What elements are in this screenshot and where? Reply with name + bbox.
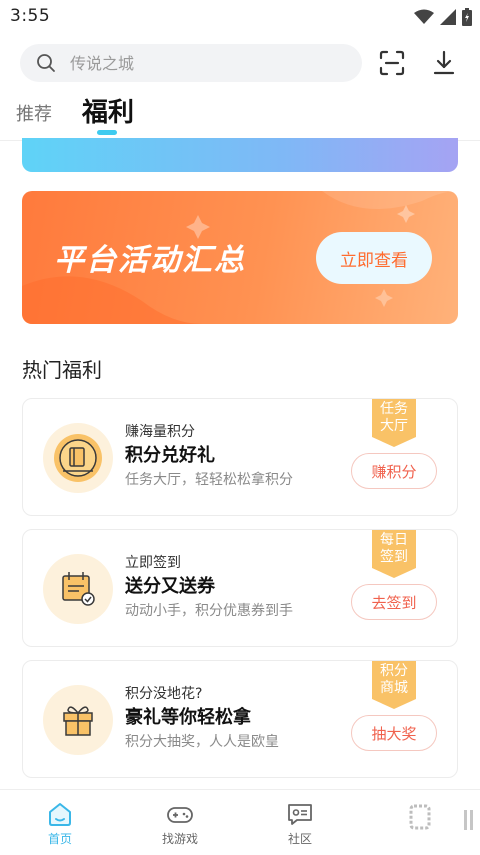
nav-community[interactable]: 社区	[260, 790, 340, 855]
earn-points-button[interactable]: 赚积分	[351, 453, 437, 489]
nav-partial-icon	[408, 802, 432, 834]
search-box[interactable]	[20, 44, 362, 82]
tab-bar: 推荐 福利	[0, 92, 480, 136]
nav-home[interactable]: 首页	[20, 790, 100, 855]
tab-indicator	[97, 130, 117, 135]
nav-community-label: 社区	[287, 832, 312, 846]
search-input[interactable]	[70, 44, 350, 82]
card-tag-line: 每日	[380, 532, 408, 548]
battery-icon	[462, 8, 472, 30]
card-tag-line: 大厅	[380, 418, 408, 434]
calendar-check-icon	[43, 554, 113, 624]
welfare-card-lottery[interactable]: 积分没地花? 豪礼等你轻松拿 积分大抽奖，人人是欧皇 积分 商城 抽大奖	[22, 660, 458, 778]
signal-icon	[440, 9, 456, 29]
promo-title: 平台活动汇总	[54, 243, 246, 278]
section-title: 热门福利	[22, 358, 102, 382]
promo-banner[interactable]: 平台活动汇总 立即查看	[22, 191, 458, 324]
nav-partial-icon	[462, 808, 478, 836]
card-description: 任务大厅，轻轻松松拿积分	[125, 472, 293, 488]
check-in-button[interactable]: 去签到	[351, 584, 437, 620]
card-title: 送分又送券	[125, 576, 215, 597]
top-banner[interactable]	[22, 138, 458, 172]
welfare-card-points[interactable]: 赚海量积分 积分兑好礼 任务大厅，轻轻松松拿积分 任务 大厅 赚积分	[22, 398, 458, 516]
download-icon[interactable]	[430, 49, 458, 77]
tab-recommend[interactable]: 推荐	[16, 100, 52, 126]
card-tag: 任务 大厅	[372, 399, 416, 447]
lottery-button[interactable]: 抽大奖	[351, 715, 437, 751]
card-subtitle: 积分没地花?	[125, 686, 203, 702]
card-subtitle: 立即签到	[125, 555, 181, 571]
card-subtitle: 赚海量积分	[125, 424, 195, 440]
bottom-nav: 首页 找游戏 社区	[0, 789, 480, 855]
nav-games-label: 找游戏	[161, 832, 198, 846]
nav-games[interactable]: 找游戏	[140, 790, 220, 855]
card-tag-line: 积分	[380, 663, 408, 679]
card-description: 动动小手，积分优惠券到手	[125, 603, 293, 619]
card-title: 积分兑好礼	[125, 445, 215, 466]
status-bar: 3:55	[0, 0, 480, 34]
view-now-button[interactable]: 立即查看	[316, 232, 432, 284]
search-row	[20, 44, 460, 82]
card-tag: 积分 商城	[372, 661, 416, 709]
gamepad-icon	[166, 800, 194, 832]
status-icons	[414, 8, 472, 30]
card-description: 积分大抽奖，人人是欧皇	[125, 734, 279, 750]
scan-icon[interactable]	[378, 49, 406, 77]
card-tag-line: 商城	[380, 680, 408, 696]
tab-welfare[interactable]: 福利	[82, 92, 134, 129]
community-icon	[286, 800, 314, 832]
card-title: 豪礼等你轻松拿	[125, 707, 251, 728]
card-tag-line: 任务	[380, 401, 408, 417]
points-gift-icon	[43, 423, 113, 493]
card-tag-line: 签到	[380, 549, 408, 565]
wifi-icon	[414, 9, 434, 29]
welfare-card-checkin[interactable]: 立即签到 送分又送券 动动小手，积分优惠券到手 每日 签到 去签到	[22, 529, 458, 647]
card-tag: 每日 签到	[372, 530, 416, 578]
home-icon	[46, 800, 74, 832]
search-icon	[36, 53, 56, 77]
nav-home-label: 首页	[47, 832, 72, 846]
gift-box-icon	[43, 685, 113, 755]
status-time: 3:55	[10, 6, 51, 26]
